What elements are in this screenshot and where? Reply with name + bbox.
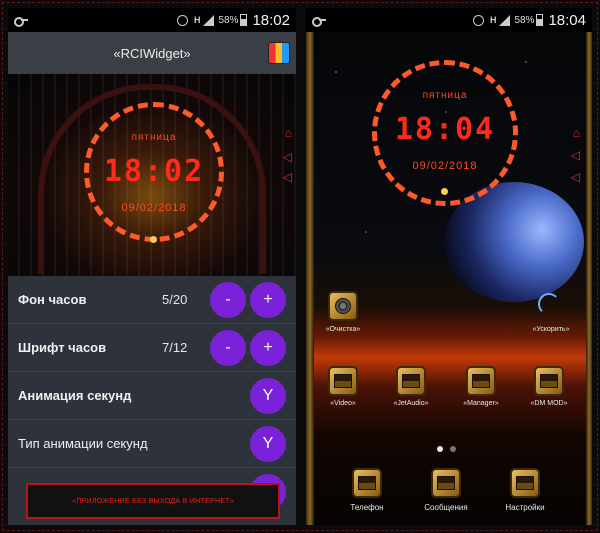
- home-clock-date: 09/02/2018: [412, 160, 478, 172]
- setting-label: Шрифт часов: [18, 340, 107, 355]
- app-title: «RCIWidget»: [113, 45, 191, 61]
- setting-clock-background: Фон часов 5/20 - +: [8, 276, 296, 324]
- app-bar: «RCIWidget»: [8, 32, 296, 74]
- clock-day: пятница: [131, 132, 177, 143]
- status-bar: H 58% 18:02: [8, 8, 296, 32]
- video-app-icon[interactable]: [328, 366, 358, 396]
- left-phone-screen: H 58% 18:02 «RCIWidget» пятница 18:02 09…: [8, 8, 296, 525]
- jetaudio-label: «JetAudio»: [393, 400, 429, 407]
- increase-button[interactable]: +: [250, 281, 286, 318]
- setting-label: Тип анимации секунд: [18, 436, 148, 451]
- alarm-icon: [176, 14, 188, 26]
- page-indicator[interactable]: [450, 446, 456, 452]
- frame-right: [586, 32, 592, 525]
- cleaner-label: «Очистка»: [325, 326, 361, 333]
- status-bar: H 58% 18:04: [306, 8, 592, 32]
- boost-label: «Ускорить»: [532, 326, 570, 333]
- battery-icon: [536, 14, 544, 26]
- manager-label: «Manager»: [463, 400, 499, 407]
- boost-icon[interactable]: [538, 293, 560, 315]
- settings-label: Настройки: [505, 503, 545, 512]
- network-type: H: [489, 14, 497, 25]
- triangle-edge-icon: ◁: [282, 150, 292, 164]
- alarm-icon: [472, 14, 484, 26]
- setting-value: 7/12: [162, 340, 188, 355]
- settings-app-icon[interactable]: [510, 468, 540, 498]
- battery-percent: 58%: [218, 14, 239, 26]
- dm-mod-label: «DM MOD»: [530, 400, 568, 407]
- home-clock-day: пятница: [422, 90, 468, 101]
- right-phone-screen: H 58% 18:04 пятница 18:04 09/02/2018 ⌂ ◁…: [306, 8, 592, 525]
- clock-date: 09/02/2018: [121, 202, 187, 214]
- signal-icon: [203, 14, 215, 26]
- setting-clock-font: Шрифт часов 7/12 - +: [8, 324, 296, 372]
- setting-seconds-animation-type: Тип анимации секунд Y: [8, 420, 296, 468]
- setting-label: Анимация секунд: [18, 388, 132, 403]
- page-indicator-active[interactable]: [437, 446, 443, 452]
- settings-list: Фон часов 5/20 - + Шрифт часов 7/12 - + …: [8, 276, 296, 525]
- key-icon: [312, 16, 326, 27]
- dm-mod-app-icon[interactable]: [534, 366, 564, 396]
- setting-seconds-animation: Анимация секунд Y: [8, 372, 296, 420]
- triangle-edge-icon-2: ◁: [570, 170, 580, 184]
- battery-icon: [240, 14, 248, 26]
- jetaudio-app-icon[interactable]: [396, 366, 426, 396]
- lock-edge-icon: ⌂: [284, 126, 292, 140]
- home-clock-second-dot: [441, 188, 448, 195]
- toggle-button[interactable]: Y: [250, 377, 286, 414]
- increase-button[interactable]: +: [250, 329, 286, 366]
- signal-icon: [499, 14, 511, 26]
- clock-time: 18:02: [103, 154, 205, 189]
- clock-second-dot: [150, 236, 157, 243]
- frame-left: [306, 32, 314, 525]
- triangle-edge-icon: ◁: [570, 148, 580, 162]
- offline-banner: «ПРИЛОЖЕНИЕ БЕЗ ВЫХОДА В ИНТЕРНЕТ»: [26, 483, 280, 519]
- manager-app-icon[interactable]: [466, 366, 496, 396]
- messages-label: Сообщения: [424, 503, 468, 512]
- battery-percent: 58%: [514, 14, 535, 26]
- decrease-button[interactable]: -: [210, 329, 246, 366]
- key-icon: [14, 16, 28, 27]
- screenshot-root: H 58% 18:02 «RCIWidget» пятница 18:02 09…: [0, 0, 600, 533]
- toggle-button[interactable]: Y: [250, 425, 286, 462]
- lock-edge-icon: ⌂: [572, 126, 580, 140]
- status-time: 18:04: [548, 11, 586, 29]
- cleaner-icon[interactable]: [328, 291, 358, 321]
- messages-app-icon[interactable]: [431, 468, 461, 498]
- video-label: «Video»: [330, 400, 356, 407]
- setting-label: Фон часов: [18, 292, 87, 307]
- status-time: 18:02: [252, 11, 290, 29]
- widget-preview: пятница 18:02 09/02/2018 ⌂ ◁ ◁: [8, 74, 296, 276]
- phone-app-icon[interactable]: [352, 468, 382, 498]
- phone-label: Телефон: [350, 503, 384, 512]
- triangle-edge-icon-2: ◁: [282, 170, 292, 184]
- decrease-button[interactable]: -: [210, 281, 246, 318]
- banner-text: «ПРИЛОЖЕНИЕ БЕЗ ВЫХОДА В ИНТЕРНЕТ»: [72, 497, 234, 505]
- app-logo-icon[interactable]: [268, 42, 290, 64]
- home-clock-time: 18:04: [394, 112, 496, 147]
- network-type: H: [193, 14, 201, 25]
- setting-value: 5/20: [162, 292, 188, 307]
